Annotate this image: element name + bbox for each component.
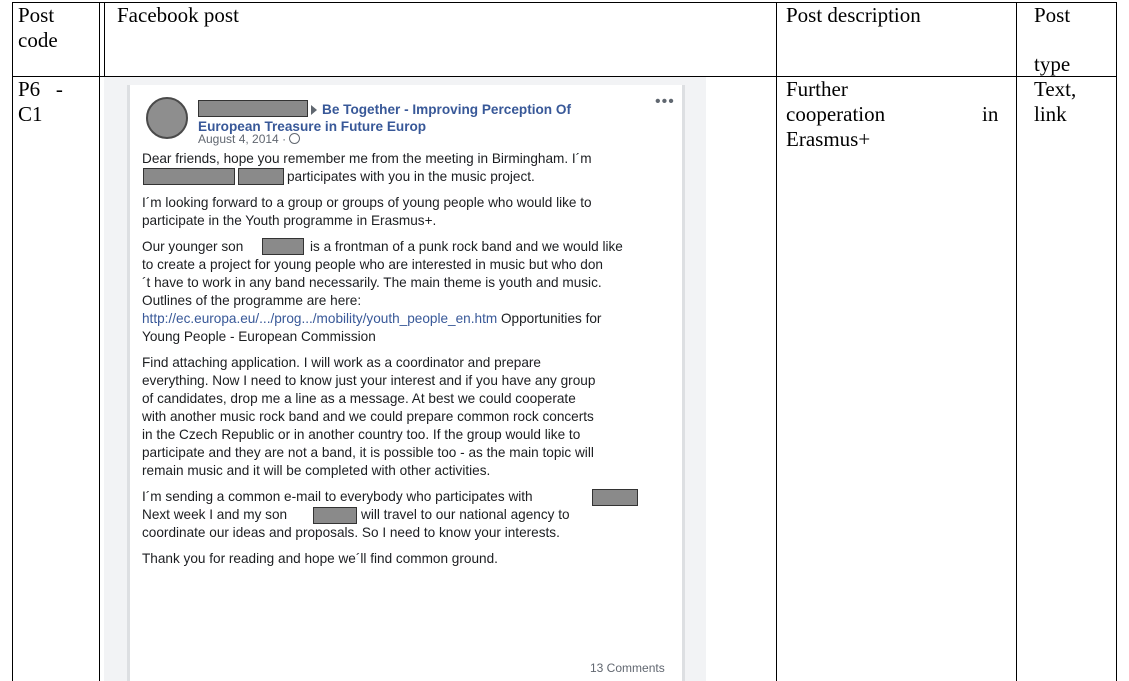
post-text-line: will travel to our national agency to [361,507,570,522]
header-post-description: Post description [786,3,921,27]
post-text-line: Dear friends, hope you remember me from … [142,151,592,166]
table-left-border [12,2,13,681]
row-description-2b: in [982,102,999,126]
post-date[interactable]: August 4, 2014 · [198,132,301,146]
row-type-1: Text, [1034,77,1077,101]
post-text-line: Outlines of the programme are here: [142,293,362,308]
post-text-line: to create a project for young people who… [142,257,603,272]
col-divider-1 [99,2,100,681]
redacted-name [262,238,304,255]
post-text-line: I´m looking forward to a group or groups… [142,195,592,210]
row-type-2: link [1034,102,1067,126]
arrow-right-icon [311,105,317,115]
more-icon[interactable]: ••• [655,93,675,111]
post-text-line: coordinate our ideas and proposals. So I… [142,525,560,540]
post-date-text: August 4, 2014 · [198,132,287,146]
redacted-name [238,168,284,185]
header-post-type-1: Post [1034,3,1071,27]
link-title[interactable]: Opportunities for [501,311,602,326]
header-post-code-2: code [18,28,58,52]
row-description-1: Further [786,77,848,101]
row-description-2a: cooperation [786,102,886,126]
post-text-line: participate and they are not a band, it … [142,445,594,460]
post-text-line: remain music and it will be completed wi… [142,463,491,478]
post-text-line: ´t have to work in any band necessarily.… [142,275,602,290]
header-facebook-post: Facebook post [117,3,239,27]
post-text-line: in the Czech Republic or in another coun… [142,427,581,442]
document-page: Post code Facebook post Post description… [0,0,1129,681]
col-divider-2 [776,2,777,681]
redacted-name [313,507,357,524]
post-text-line: of candidates, drop me a line as a messa… [142,391,576,406]
header-post-type-2: type [1034,52,1071,76]
post-text-line: with another music rock band and we coul… [142,409,594,424]
redacted-name [592,489,638,506]
row-code-1: P6 - [18,77,63,101]
col-divider-3 [1016,2,1017,681]
post-text-line: everything. Now I need to know just your… [142,373,596,388]
post-text-line: http://ec.europa.eu/.../prog.../mobility… [142,310,601,328]
post-text-line: Our younger son [142,239,244,254]
row-description-3: Erasmus+ [786,127,871,151]
post-text-line: participates with you in the music proje… [287,169,535,184]
redacted-author-name [198,100,308,117]
row-code-2: C1 [18,102,43,126]
programme-link[interactable]: http://ec.europa.eu/.../prog.../mobility… [142,311,497,326]
header-post-code-1: Post [18,3,55,27]
post-text-line: I´m sending a common e-mail to everybody… [142,489,533,504]
comments-count[interactable]: 13 Comments [590,661,665,675]
globe-icon [289,133,301,144]
post-text-line: Find attaching application. I will work … [142,355,541,370]
post-text-line: Thank you for reading and hope we´ll fin… [142,551,498,566]
post-text-line: is a frontman of a punk rock band and we… [310,239,623,254]
avatar [146,97,188,139]
table-right-border [1116,2,1117,681]
group-name-line1[interactable]: Be Together - Improving Perception Of [322,101,571,119]
post-text-line: Next week I and my son [142,507,288,522]
post-text-line: participate in the Youth programme in Er… [142,213,437,228]
redacted-name [143,168,235,185]
post-text-line: Young People - European Commission [142,329,376,344]
